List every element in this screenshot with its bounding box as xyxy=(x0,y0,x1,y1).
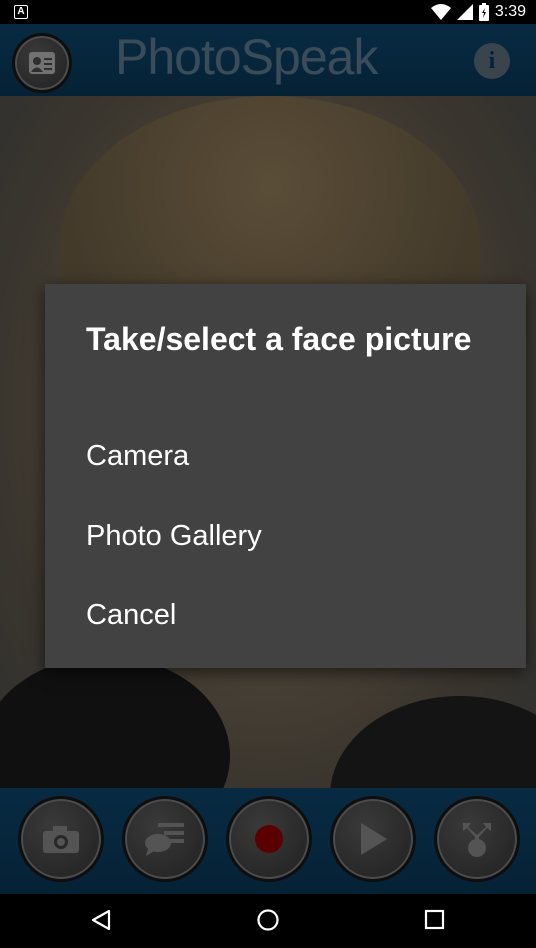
photo-gallery-option[interactable]: Photo Gallery xyxy=(45,498,526,574)
status-bar: A 3:39 xyxy=(0,0,536,24)
wifi-icon xyxy=(430,4,451,20)
signal-icon xyxy=(456,4,473,20)
face-picture-dialog: Take/select a face picture Camera Photo … xyxy=(45,284,526,668)
navigation-bar xyxy=(0,894,536,948)
cancel-option[interactable]: Cancel xyxy=(45,577,526,653)
recents-icon[interactable] xyxy=(424,909,446,931)
home-icon[interactable] xyxy=(256,908,280,932)
notification-icon: A xyxy=(14,5,28,19)
clock: 3:39 xyxy=(494,3,526,20)
dialog-title: Take/select a face picture xyxy=(86,321,472,357)
camera-option[interactable]: Camera xyxy=(45,418,526,494)
back-icon[interactable] xyxy=(89,908,113,932)
battery-icon xyxy=(478,3,489,21)
